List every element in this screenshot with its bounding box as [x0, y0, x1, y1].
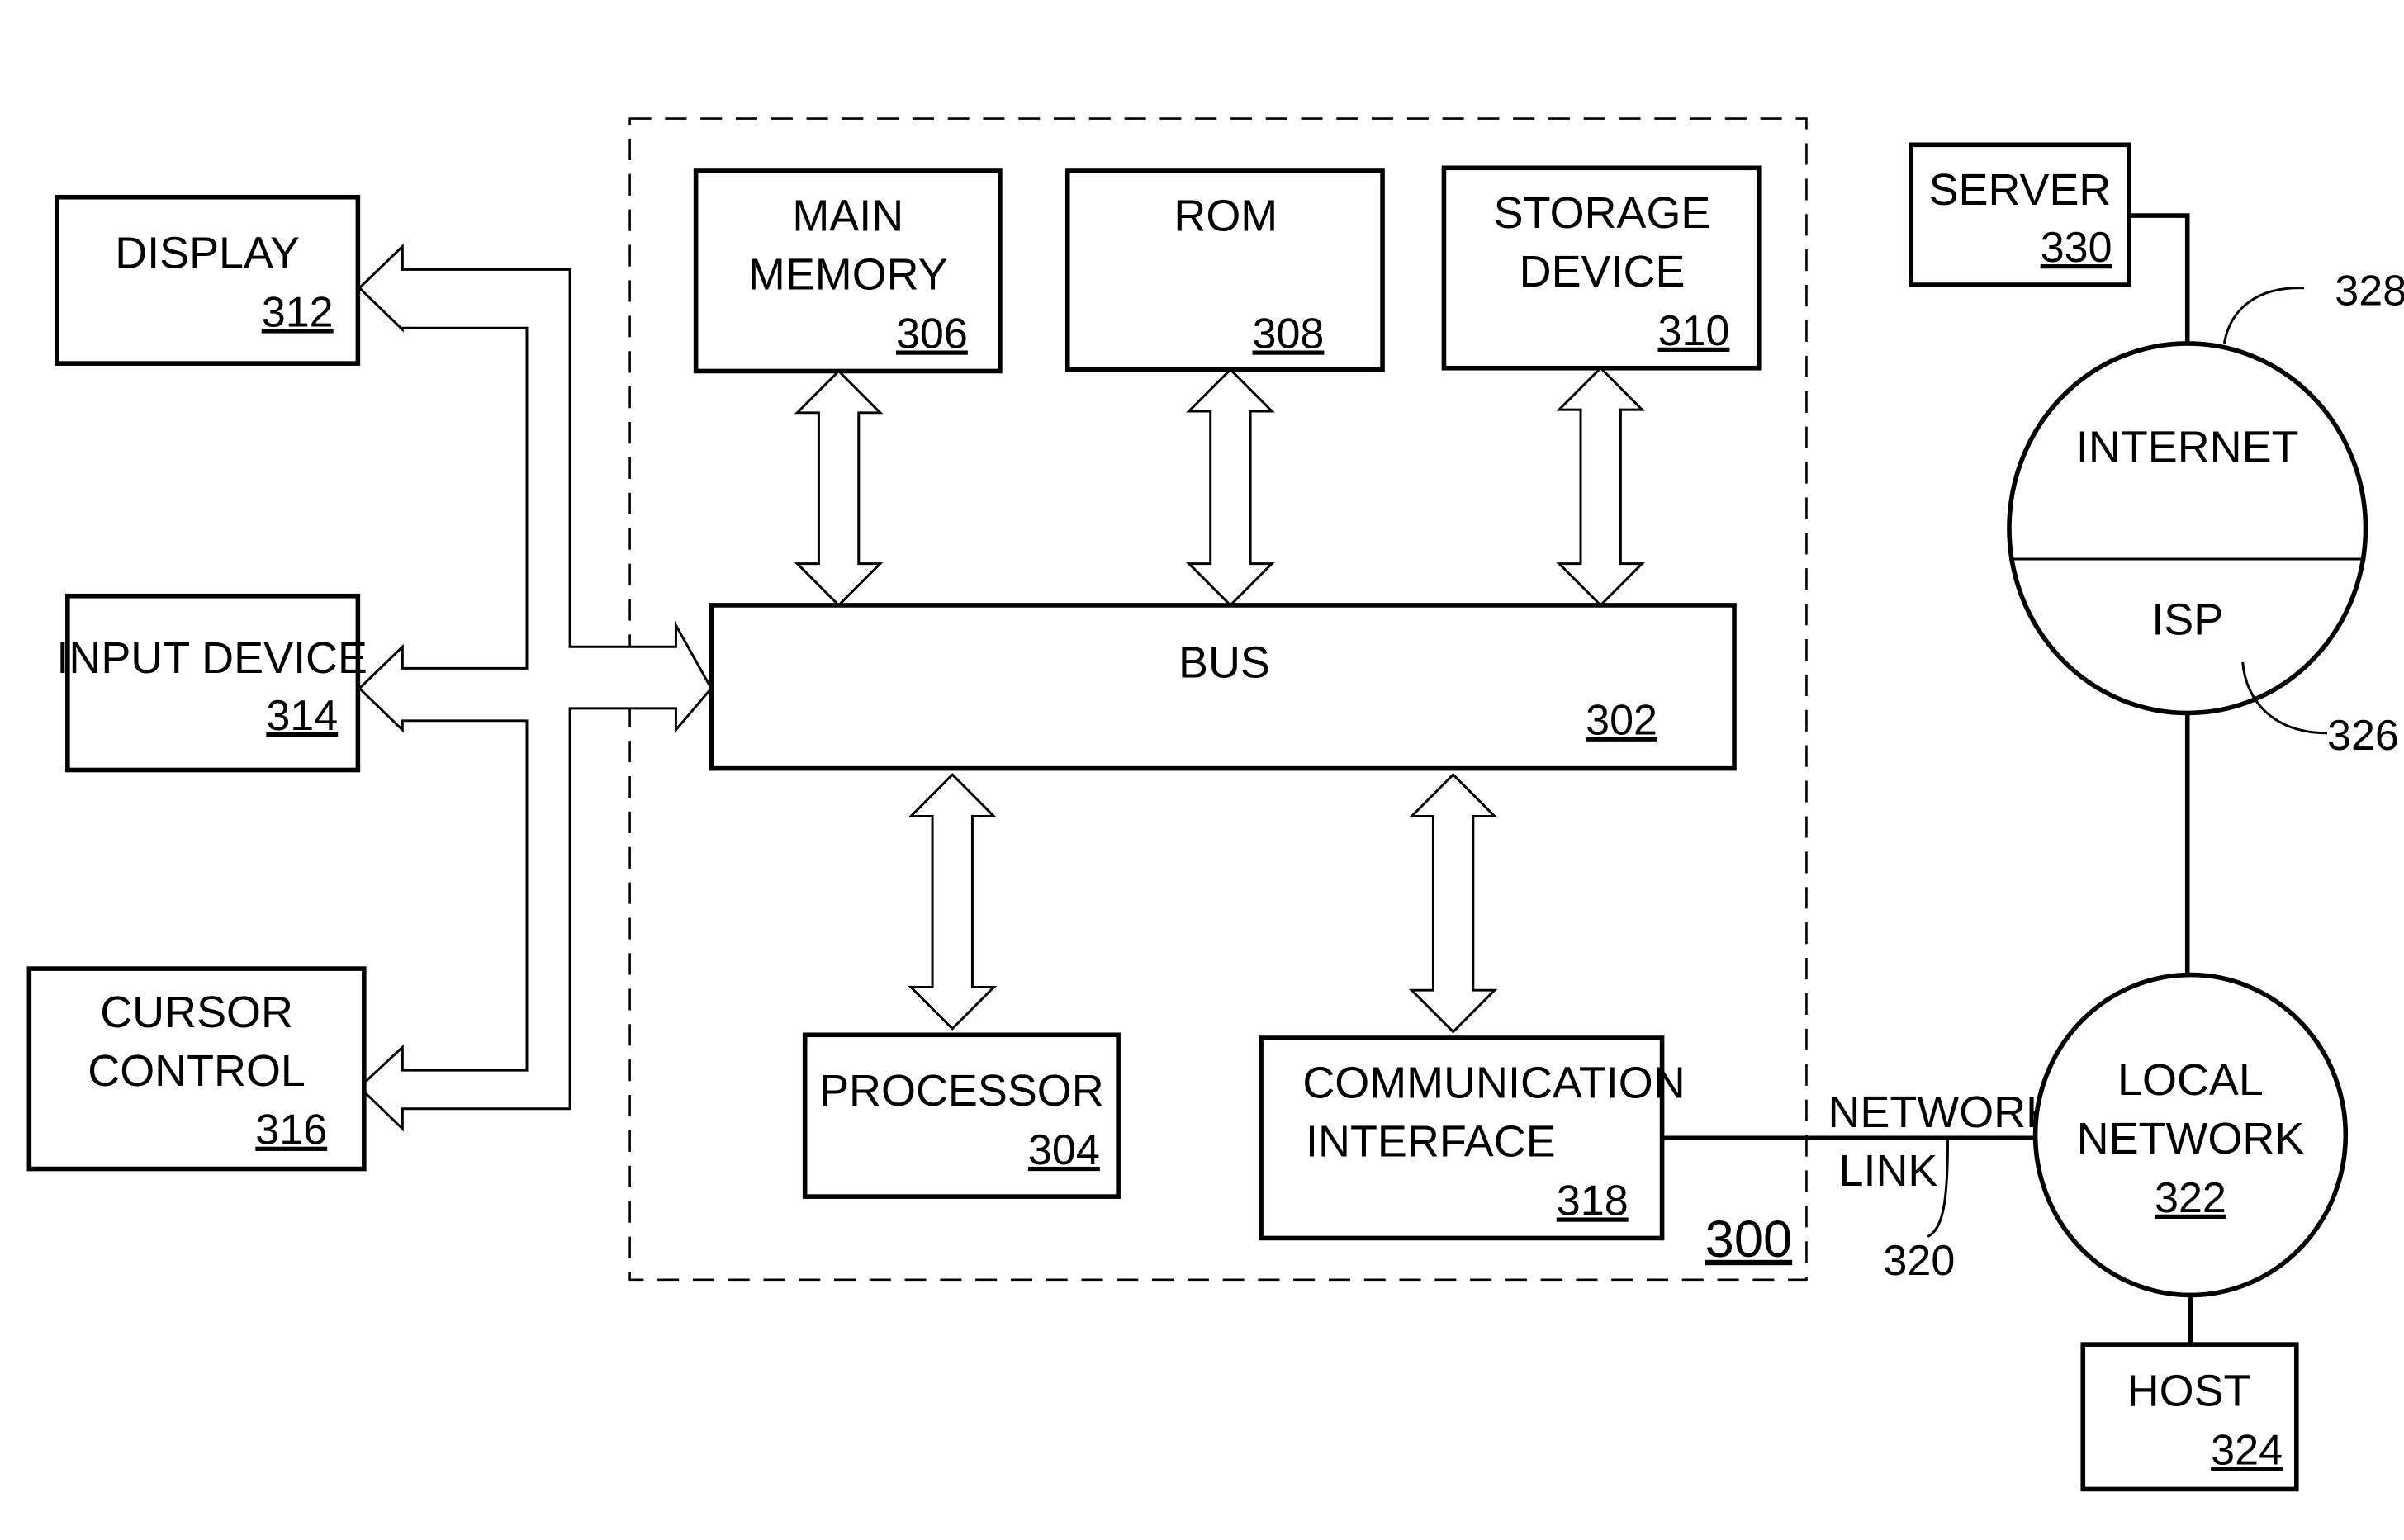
processor-ref: 304 — [1028, 1126, 1100, 1174]
storage-device-block: STORAGE DEVICE 310 — [1441, 165, 1762, 371]
main-memory-ref: 306 — [896, 310, 968, 358]
network-link-ref: 320 — [1883, 1237, 1955, 1285]
server-ref: 330 — [2041, 224, 2112, 272]
network-link-label-2: LINK — [1838, 1146, 1937, 1196]
input-device-label: INPUT DEVICE — [56, 633, 367, 683]
cursor-control-label-1: CURSOR — [100, 988, 293, 1037]
cursor-control-label-2: CONTROL — [88, 1046, 306, 1096]
local-network-ref: 322 — [2155, 1174, 2226, 1222]
rom-block: ROM 308 — [1064, 168, 1385, 372]
peripheral-bus-connector — [358, 243, 714, 1132]
storage-device-ref: 310 — [1658, 307, 1730, 355]
rom-bus-arrow — [1186, 367, 1275, 608]
storage-device-label-1: STORAGE — [1494, 188, 1711, 238]
rom-label: ROM — [1174, 192, 1278, 241]
server-internet-connector — [2129, 213, 2190, 344]
isp-ref: 326 — [2327, 712, 2399, 760]
bus-block: BUS 302 — [709, 603, 1737, 771]
host-block: HOST 324 — [2080, 1342, 2299, 1492]
network-link-label-1: NETWORK — [1828, 1087, 2055, 1137]
main-memory-block: MAIN MEMORY 306 — [693, 168, 1003, 374]
storage-device-label-2: DEVICE — [1520, 247, 1686, 296]
internet-label: INTERNET — [2076, 422, 2299, 471]
cursor-control-ref: 316 — [255, 1106, 327, 1154]
communication-interface-block: COMMUNICATION INTERFACE 318 — [1259, 1035, 1686, 1241]
processor-label: PROCESSOR — [819, 1066, 1104, 1116]
peripheral-bus-outline — [358, 243, 714, 1132]
internet-isp-node: INTERNET ISP 328 326 — [2007, 267, 2404, 760]
server-label: SERVER — [1929, 165, 2112, 215]
main-memory-label-2: MEMORY — [748, 250, 948, 300]
main-memory-bus-arrow — [794, 369, 884, 608]
system-ref-label: 300 — [1705, 1211, 1793, 1268]
host-ref: 324 — [2211, 1427, 2283, 1475]
input-device-block: INPUT DEVICE 314 — [56, 593, 367, 773]
bus-label: BUS — [1178, 638, 1270, 688]
server-block: SERVER 330 — [1909, 142, 2131, 287]
input-device-ref: 314 — [266, 692, 338, 740]
rom-ref: 308 — [1252, 310, 1324, 358]
processor-bus-arrow — [908, 772, 998, 1031]
communication-interface-label-1: COMMUNICATION — [1302, 1059, 1685, 1108]
local-network-label-1: LOCAL — [2117, 1055, 2264, 1105]
comm-interface-bus-arrow — [1408, 772, 1498, 1034]
isp-label: ISP — [2151, 595, 2223, 644]
main-memory-label-1: MAIN — [792, 192, 903, 241]
cursor-control-block: CURSOR CONTROL 316 — [26, 966, 367, 1172]
display-label: DISPLAY — [115, 228, 300, 277]
internet-ref: 328 — [2335, 267, 2404, 315]
communication-interface-label-2: INTERFACE — [1306, 1117, 1556, 1167]
communication-interface-ref: 318 — [1557, 1177, 1629, 1225]
display-block: DISPLAY 312 — [55, 194, 361, 366]
computer-system-block-diagram: 300 DISPLAY 312 INPUT DEVICE 314 CURSOR … — [26, 117, 2404, 1492]
storage-bus-arrow — [1556, 366, 1646, 608]
display-ref: 312 — [262, 288, 334, 336]
internet-leader — [2222, 287, 2305, 344]
bus-ref: 302 — [1586, 697, 1657, 745]
local-network-label-2: NETWORK — [2077, 1114, 2305, 1163]
processor-block: PROCESSOR 304 — [802, 1032, 1121, 1199]
host-label: HOST — [2127, 1367, 2251, 1416]
local-network-node: LOCAL NETWORK 322 — [2032, 972, 2349, 1298]
